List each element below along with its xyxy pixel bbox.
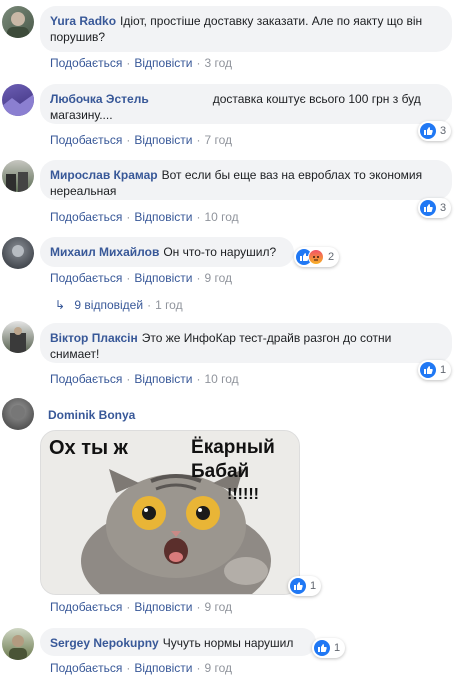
- comment-author[interactable]: Мирослав Крамар: [50, 168, 158, 182]
- like-reaction-icon: [290, 578, 306, 594]
- like-reaction-icon: [420, 123, 436, 139]
- timestamp[interactable]: 9 год: [204, 271, 232, 285]
- comment-text: Он что-то нарушил?: [163, 245, 277, 259]
- meme-caption-4: !!!!!!: [227, 486, 259, 503]
- avatar[interactable]: [2, 6, 34, 38]
- comment-actions: Подобається · Відповісти · 10 год: [50, 210, 239, 224]
- timestamp[interactable]: 10 год: [204, 210, 238, 224]
- reply-arrow-icon: ↳: [55, 298, 66, 312]
- comment-author[interactable]: Віктор Плаксін: [50, 331, 138, 345]
- comment-actions: Подобається · Відповісти · 10 год: [50, 372, 239, 386]
- like-reaction-icon: [420, 362, 436, 378]
- reaction-count[interactable]: 2: [294, 247, 340, 267]
- like-link[interactable]: Подобається: [50, 271, 122, 285]
- comment-author[interactable]: Dominik Bonya: [48, 408, 135, 422]
- reaction-count[interactable]: 1: [288, 576, 322, 596]
- comment-bubble: Михаил Михайлов Он что-то нарушил?: [40, 237, 294, 267]
- reaction-count[interactable]: 3: [418, 198, 452, 218]
- angry-reaction-icon: [308, 249, 324, 265]
- reply-link[interactable]: Відповісти: [134, 133, 192, 147]
- timestamp[interactable]: 9 год: [204, 661, 232, 675]
- meme-caption-1: Ох ты ж: [49, 437, 128, 459]
- reply-link[interactable]: Відповісти: [134, 600, 192, 614]
- reaction-count[interactable]: 3: [418, 121, 452, 141]
- avatar-photo-icon: [7, 12, 29, 38]
- timestamp[interactable]: 3 год: [204, 56, 232, 70]
- like-link[interactable]: Подобається: [50, 56, 122, 70]
- avatar-photo-icon: [11, 405, 25, 419]
- reply-link[interactable]: Відповісти: [134, 56, 192, 70]
- like-link[interactable]: Подобається: [50, 133, 122, 147]
- like-reaction-icon: [420, 200, 436, 216]
- comment-actions: Подобається · Відповісти · 9 год: [50, 661, 232, 675]
- avatar-photo-icon: [10, 327, 26, 353]
- avatar[interactable]: [2, 321, 34, 353]
- reply-link[interactable]: Відповісти: [134, 661, 192, 675]
- comment-author[interactable]: Михаил Михайлов: [50, 245, 159, 259]
- comment-text: Чучуть нормы нарушил: [162, 636, 294, 650]
- avatar[interactable]: [2, 160, 34, 192]
- meme-caption-3: Бабай: [191, 461, 250, 482]
- like-link[interactable]: Подобається: [50, 372, 122, 386]
- comment-author[interactable]: Yura Radko: [50, 14, 116, 28]
- like-link[interactable]: Подобається: [50, 600, 122, 614]
- comment-actions: Подобається · Відповісти · 9 год: [50, 600, 232, 614]
- timestamp[interactable]: 10 год: [204, 372, 238, 386]
- meme-caption-2: Ёкарный: [191, 437, 275, 458]
- comment-author[interactable]: Sergey Nepokupny: [50, 636, 159, 650]
- replies-count[interactable]: 9 відповідей: [74, 298, 143, 312]
- avatar[interactable]: [2, 84, 34, 116]
- meme-image[interactable]: Ох ты ж Ёкарный Бабай !!!!!!: [40, 430, 300, 595]
- avatar-photo-icon: [9, 635, 27, 660]
- avatar-photo-icon: [6, 172, 28, 192]
- reply-link[interactable]: Відповісти: [134, 271, 192, 285]
- comment-bubble: Yura Radko Ідіот, простіше доставку заказ…: [40, 6, 452, 52]
- comment-actions: Подобається · Відповісти · 3 год: [50, 56, 232, 70]
- avatar-photo-icon: [12, 245, 24, 257]
- avatar[interactable]: [2, 628, 34, 660]
- reply-link[interactable]: Відповісти: [134, 372, 192, 386]
- reply-link[interactable]: Відповісти: [134, 210, 192, 224]
- avatar[interactable]: [2, 398, 34, 430]
- comment-actions: Подобається · Відповісти · 9 год: [50, 271, 232, 285]
- comment-bubble: Любочка Эстель доставка коштує всього 100…: [40, 84, 452, 124]
- reaction-count[interactable]: 1: [312, 638, 346, 658]
- comment-bubble: Віктор Плаксін Это же ИнфоКар тест-драйв …: [40, 323, 452, 363]
- reaction-count[interactable]: 1: [418, 360, 452, 380]
- comment-bubble: Sergey Nepokupny Чучуть нормы нарушил: [40, 628, 316, 656]
- replies-time: 1 год: [155, 298, 183, 312]
- view-replies-link[interactable]: ↳ 9 відповідей · 1 год: [55, 298, 183, 312]
- like-reaction-icon: [314, 640, 330, 656]
- avatar-photo-icon: [2, 94, 34, 116]
- comment-bubble: Мирослав Крамар Вот если бы еще ваз на ев…: [40, 160, 452, 200]
- timestamp[interactable]: 9 год: [204, 600, 232, 614]
- comment-author[interactable]: Любочка Эстель: [50, 92, 149, 106]
- like-link[interactable]: Подобається: [50, 661, 122, 675]
- timestamp[interactable]: 7 год: [204, 133, 232, 147]
- comment-actions: Подобається · Відповісти · 7 год: [50, 133, 232, 147]
- like-link[interactable]: Подобається: [50, 210, 122, 224]
- avatar[interactable]: [2, 237, 34, 269]
